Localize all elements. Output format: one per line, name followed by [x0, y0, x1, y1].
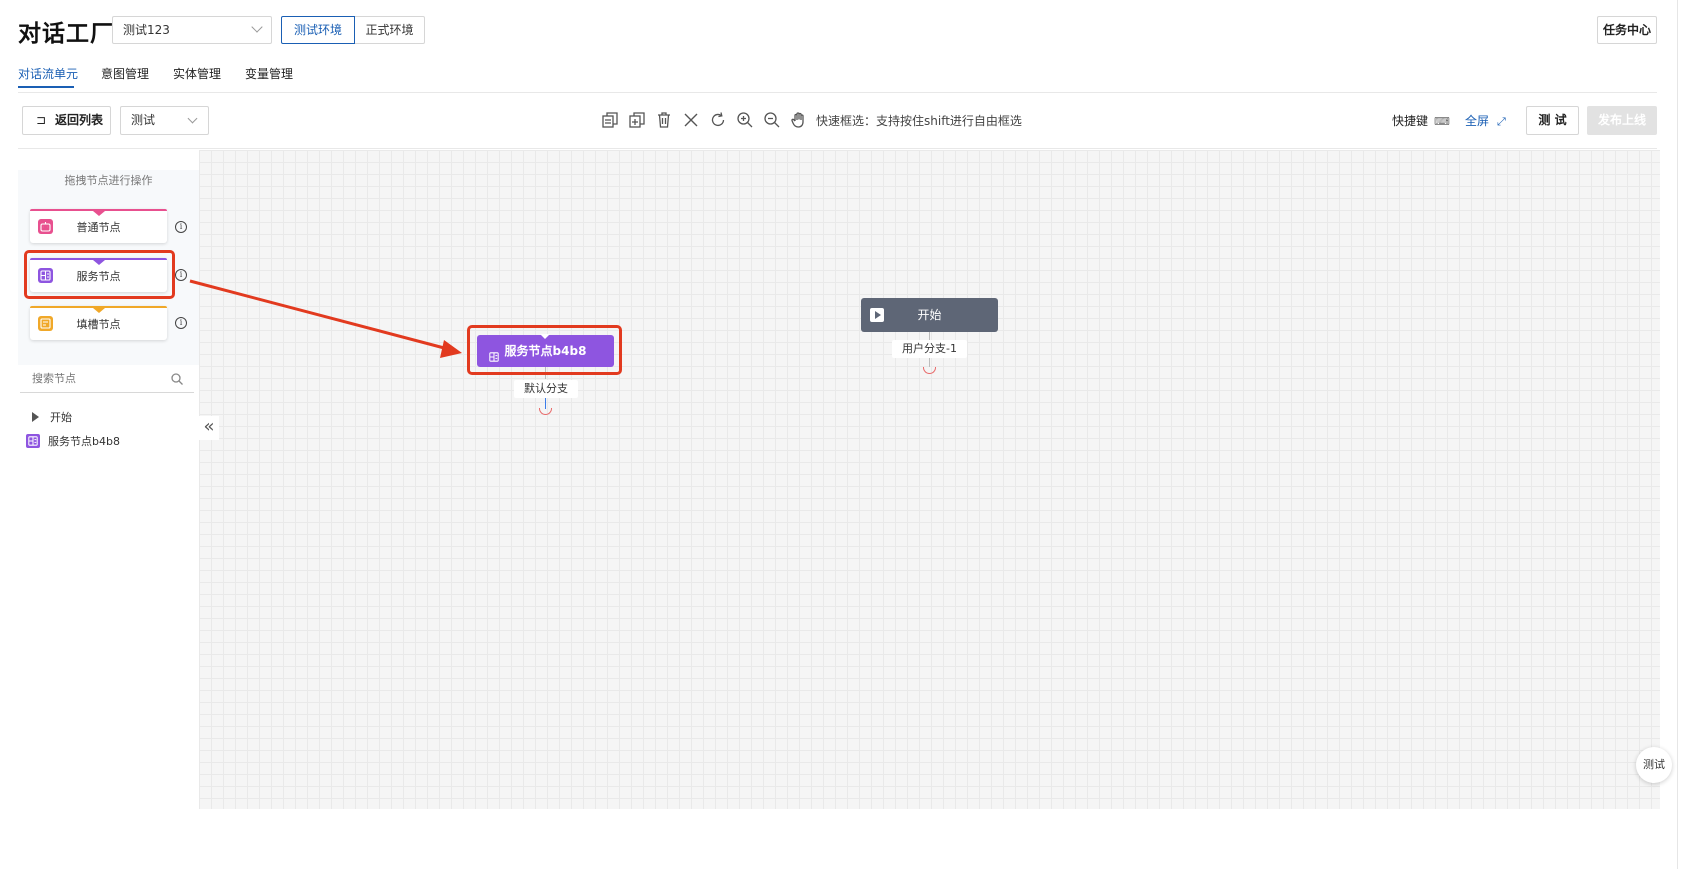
search-icon[interactable] [170, 371, 184, 390]
delete-icon[interactable] [654, 110, 674, 130]
tree-item-label: 服务节点b4b8 [48, 435, 120, 448]
keyboard-icon: ⌨ [1434, 115, 1450, 128]
env-prod-button[interactable]: 正式环境 [355, 16, 425, 44]
tree-item-service-node[interactable]: 服务节点b4b8 [26, 433, 120, 449]
node-search[interactable] [20, 365, 194, 393]
branch-label-user[interactable]: 用户分支-1 [892, 340, 967, 358]
tabs-divider [18, 92, 1657, 93]
copy-icon[interactable] [600, 110, 620, 130]
project-select-value: 测试123 [123, 23, 170, 37]
shortcut-label: 快捷键 [1392, 114, 1429, 128]
play-icon [870, 308, 884, 322]
shortcut-button[interactable]: 快捷键 ⌨ [1392, 112, 1450, 129]
palette-normal-node[interactable]: 普通节点 [30, 209, 167, 243]
branch-connector [929, 358, 930, 367]
tab-variable[interactable]: 变量管理 [245, 65, 293, 82]
annotation-highlight-node [467, 325, 622, 375]
back-label: 返回列表 [55, 113, 104, 127]
annotation-highlight-palette [24, 250, 175, 299]
zoom-out-icon[interactable] [762, 110, 782, 130]
node-notch [93, 308, 105, 313]
app-title: 对话工厂 [18, 21, 114, 47]
palette-slot-node[interactable]: 填槽节点 [30, 306, 167, 340]
mode-select-value: 测试 [131, 113, 156, 127]
chevron-down-icon [251, 21, 263, 33]
quick-select-hint: 快速框选：支持按住shift进行自由框选 [816, 114, 1022, 128]
service-icon [26, 434, 40, 448]
scrollbar-track[interactable] [1677, 0, 1678, 869]
active-tab-indicator [18, 86, 74, 88]
tree-item-start[interactable]: 开始 [32, 409, 72, 425]
info-icon[interactable]: i [175, 269, 187, 281]
hand-icon[interactable] [789, 110, 809, 130]
floating-test-button[interactable]: 测试 [1636, 747, 1672, 783]
collapse-panel-button[interactable]: « [199, 416, 219, 440]
tab-entity[interactable]: 实体管理 [173, 65, 221, 82]
play-icon [32, 412, 39, 422]
back-to-list-button[interactable]: ⊐ 返回列表 [22, 106, 111, 135]
expand-icon: ⤢ [1497, 115, 1506, 128]
paste-icon[interactable] [627, 110, 647, 130]
fullscreen-label: 全屏 [1465, 114, 1490, 128]
refresh-icon[interactable] [708, 110, 728, 130]
env-test-button[interactable]: 测试环境 [281, 16, 355, 44]
chevron-down-icon [187, 113, 198, 124]
tab-dialog-flow[interactable]: 对话流单元 [18, 65, 78, 82]
zoom-in-icon[interactable] [735, 110, 755, 130]
publish-button[interactable]: 发布上线 [1587, 106, 1657, 135]
node-notch [93, 211, 105, 216]
info-icon[interactable]: i [175, 221, 187, 233]
project-select[interactable]: 测试123 [112, 16, 272, 44]
toolbar-divider [18, 148, 1657, 149]
canvas-start-node[interactable]: 开始 [861, 298, 998, 332]
branch-label-default[interactable]: 默认分支 [514, 380, 578, 398]
palette-label: 普通节点 [76, 221, 121, 234]
close-icon[interactable] [681, 110, 701, 130]
mode-select[interactable]: 测试 [120, 106, 209, 135]
fullscreen-button[interactable]: 全屏 ⤢ [1465, 112, 1506, 129]
test-button[interactable]: 测 试 [1526, 106, 1579, 135]
search-input[interactable] [20, 365, 160, 391]
node-label: 开始 [917, 308, 942, 322]
palette-label: 填槽节点 [76, 318, 121, 331]
info-icon[interactable]: i [175, 317, 187, 329]
tab-intent[interactable]: 意图管理 [101, 65, 149, 82]
drag-hint: 拖拽节点进行操作 [64, 174, 153, 187]
task-center-button[interactable]: 任务中心 [1597, 16, 1657, 44]
flow-canvas[interactable] [199, 150, 1660, 809]
back-icon: ⊐ [36, 113, 47, 127]
tree-item-label: 开始 [50, 411, 72, 424]
